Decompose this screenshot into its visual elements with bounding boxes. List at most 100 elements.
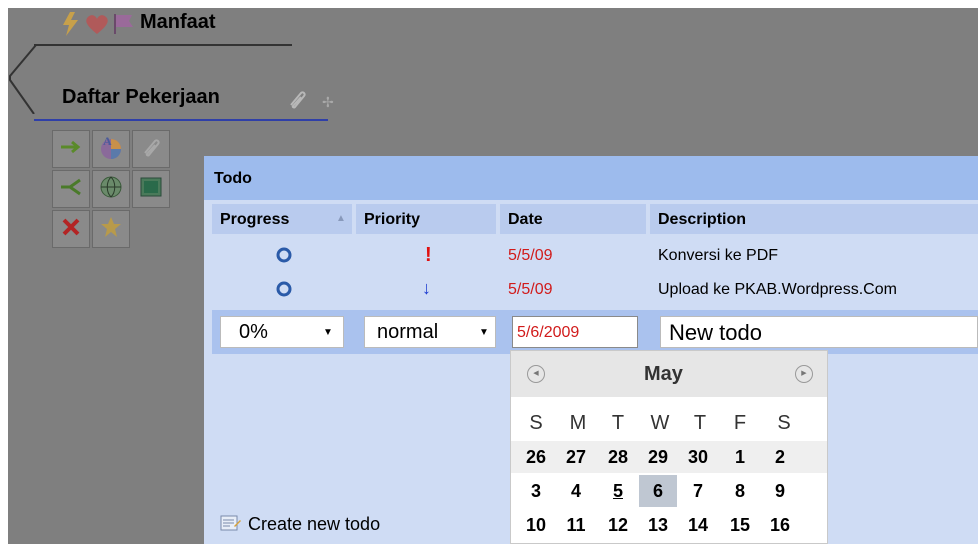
calendar-week: 10 11 12 13 14 15 16 bbox=[511, 509, 827, 541]
calendar-day[interactable]: 14 bbox=[679, 509, 717, 541]
calendar-day[interactable]: 7 bbox=[679, 475, 717, 507]
table-row[interactable]: ↓ 5/5/09 Upload ke PKAB.Wordpress.Com bbox=[204, 274, 978, 306]
node-toolbox: A bbox=[52, 130, 177, 255]
priority-select[interactable]: normal ▼ bbox=[364, 316, 496, 348]
weekday-label: F bbox=[733, 412, 747, 434]
heart-icon bbox=[84, 13, 110, 35]
tool-branch-button[interactable] bbox=[52, 170, 90, 208]
node-daftar-label: Daftar Pekerjaan bbox=[62, 86, 220, 108]
node-daftar-pekerjaan[interactable]: Daftar Pekerjaan ✢ bbox=[62, 84, 362, 118]
node-manfaat[interactable]: Manfaat bbox=[60, 8, 360, 42]
calendar-day[interactable]: 16 bbox=[761, 509, 799, 541]
calendar-day[interactable]: 4 bbox=[557, 475, 595, 507]
svg-text:A: A bbox=[103, 134, 112, 148]
calendar-day[interactable]: 11 bbox=[557, 509, 595, 541]
node-underline bbox=[34, 119, 328, 121]
tool-attach-button[interactable] bbox=[132, 130, 170, 168]
calendar-day[interactable]: 15 bbox=[721, 509, 759, 541]
header-label: Description bbox=[658, 211, 747, 228]
header-label: Date bbox=[508, 211, 543, 228]
calendar-day[interactable]: 2 bbox=[761, 441, 799, 473]
todo-title-bar: Todo bbox=[204, 156, 978, 200]
priority-high-icon[interactable]: ! bbox=[425, 244, 432, 267]
calendar-day[interactable]: 13 bbox=[639, 509, 677, 541]
calendar-prev-button[interactable]: ◀ bbox=[527, 365, 545, 383]
date-input-value: 5/6/2009 bbox=[517, 324, 580, 341]
date-input[interactable]: 5/6/2009 bbox=[512, 316, 638, 348]
todo-title: Todo bbox=[214, 170, 252, 187]
arrow-right-icon bbox=[59, 139, 83, 160]
sort-asc-icon: ▲ bbox=[336, 213, 346, 224]
calendar-day[interactable]: 26 bbox=[517, 441, 555, 473]
calendar-header: ◀ May ▶ bbox=[511, 351, 827, 397]
progress-circle-icon[interactable] bbox=[275, 280, 293, 303]
table-row[interactable]: ! 5/5/09 Konversi ke PDF bbox=[204, 240, 978, 272]
calendar-day[interactable]: 3 bbox=[517, 475, 555, 507]
weekday-label: T bbox=[611, 412, 625, 434]
priority-select-value: normal bbox=[377, 321, 439, 343]
calendar-day[interactable]: 8 bbox=[721, 475, 759, 507]
connector-line bbox=[34, 44, 292, 46]
progress-circle-icon[interactable] bbox=[275, 246, 293, 269]
calendar-next-button[interactable]: ▶ bbox=[795, 365, 813, 383]
create-todo-link[interactable]: Create new todo bbox=[220, 512, 440, 536]
column-header-description[interactable]: Description bbox=[650, 204, 978, 234]
tool-image-button[interactable] bbox=[132, 170, 170, 208]
date-picker-calendar: ◀ May ▶ S M T W T F S 26 27 28 29 30 1 2 bbox=[510, 350, 828, 544]
tool-arrow-button[interactable] bbox=[52, 130, 90, 168]
row-date[interactable]: 5/5/09 bbox=[508, 247, 552, 265]
progress-select[interactable]: 0% ▼ bbox=[220, 316, 344, 348]
weekday-label: T bbox=[693, 412, 707, 434]
calendar-day[interactable]: 29 bbox=[639, 441, 677, 473]
tool-delete-button[interactable] bbox=[52, 210, 90, 248]
calendar-month: May bbox=[644, 363, 683, 385]
calendar-day[interactable]: 30 bbox=[679, 441, 717, 473]
weekday-label: W bbox=[650, 412, 670, 434]
flag-icon bbox=[112, 13, 136, 35]
calendar-week: 26 27 28 29 30 1 2 bbox=[511, 441, 827, 473]
branch-icon bbox=[59, 176, 83, 203]
weekday-row: S M T W T F S bbox=[511, 407, 827, 439]
priority-low-icon[interactable]: ↓ bbox=[422, 278, 431, 299]
paperclip-icon[interactable] bbox=[286, 88, 308, 110]
calendar-day[interactable]: 27 bbox=[557, 441, 595, 473]
description-input[interactable]: New todo bbox=[660, 316, 978, 348]
color-wheel-icon: A bbox=[97, 133, 125, 166]
dropdown-arrow-icon: ▼ bbox=[479, 327, 489, 338]
lightning-icon bbox=[60, 12, 82, 36]
create-todo-label: Create new todo bbox=[248, 514, 381, 534]
calendar-day[interactable]: 28 bbox=[599, 441, 637, 473]
branch-connector bbox=[9, 44, 37, 114]
calendar-day[interactable]: 9 bbox=[761, 475, 799, 507]
header-label: Priority bbox=[364, 211, 421, 228]
calendar-day-selected[interactable]: 5 bbox=[599, 475, 637, 507]
calendar-day[interactable]: 10 bbox=[517, 509, 555, 541]
weekday-label: M bbox=[569, 412, 587, 434]
calendar-week: 3 4 5 6 7 8 9 bbox=[511, 475, 827, 507]
node-manfaat-label: Manfaat bbox=[140, 11, 216, 33]
progress-select-value: 0% bbox=[239, 321, 268, 343]
column-header-progress[interactable]: Progress ▲ bbox=[212, 204, 352, 234]
todo-panel: Todo Progress ▲ Priority Date Descriptio… bbox=[204, 156, 978, 544]
row-description[interactable]: Upload ke PKAB.Wordpress.Com bbox=[658, 281, 897, 299]
header-label: Progress bbox=[220, 211, 290, 228]
paperclip-icon bbox=[140, 136, 162, 163]
row-date[interactable]: 5/5/09 bbox=[508, 281, 552, 299]
tool-globe-button[interactable] bbox=[92, 170, 130, 208]
description-input-value: New todo bbox=[669, 320, 762, 345]
column-header-priority[interactable]: Priority bbox=[356, 204, 496, 234]
weekday-label: S bbox=[777, 412, 791, 434]
tool-color-button[interactable]: A bbox=[92, 130, 130, 168]
calendar-day[interactable]: 1 bbox=[721, 441, 759, 473]
column-header-date[interactable]: Date bbox=[500, 204, 646, 234]
tool-star-button[interactable] bbox=[92, 210, 130, 248]
image-icon bbox=[139, 176, 163, 203]
row-description[interactable]: Konversi ke PDF bbox=[658, 247, 778, 265]
move-handle-icon[interactable]: ✢ bbox=[322, 94, 334, 111]
todo-edit-row: 0% ▼ normal ▼ 5/6/2009 New todo bbox=[212, 310, 978, 354]
note-add-icon bbox=[220, 514, 242, 539]
calendar-day-today[interactable]: 6 bbox=[639, 475, 677, 507]
delete-x-icon bbox=[60, 216, 82, 243]
weekday-label: S bbox=[529, 412, 543, 434]
calendar-day[interactable]: 12 bbox=[599, 509, 637, 541]
